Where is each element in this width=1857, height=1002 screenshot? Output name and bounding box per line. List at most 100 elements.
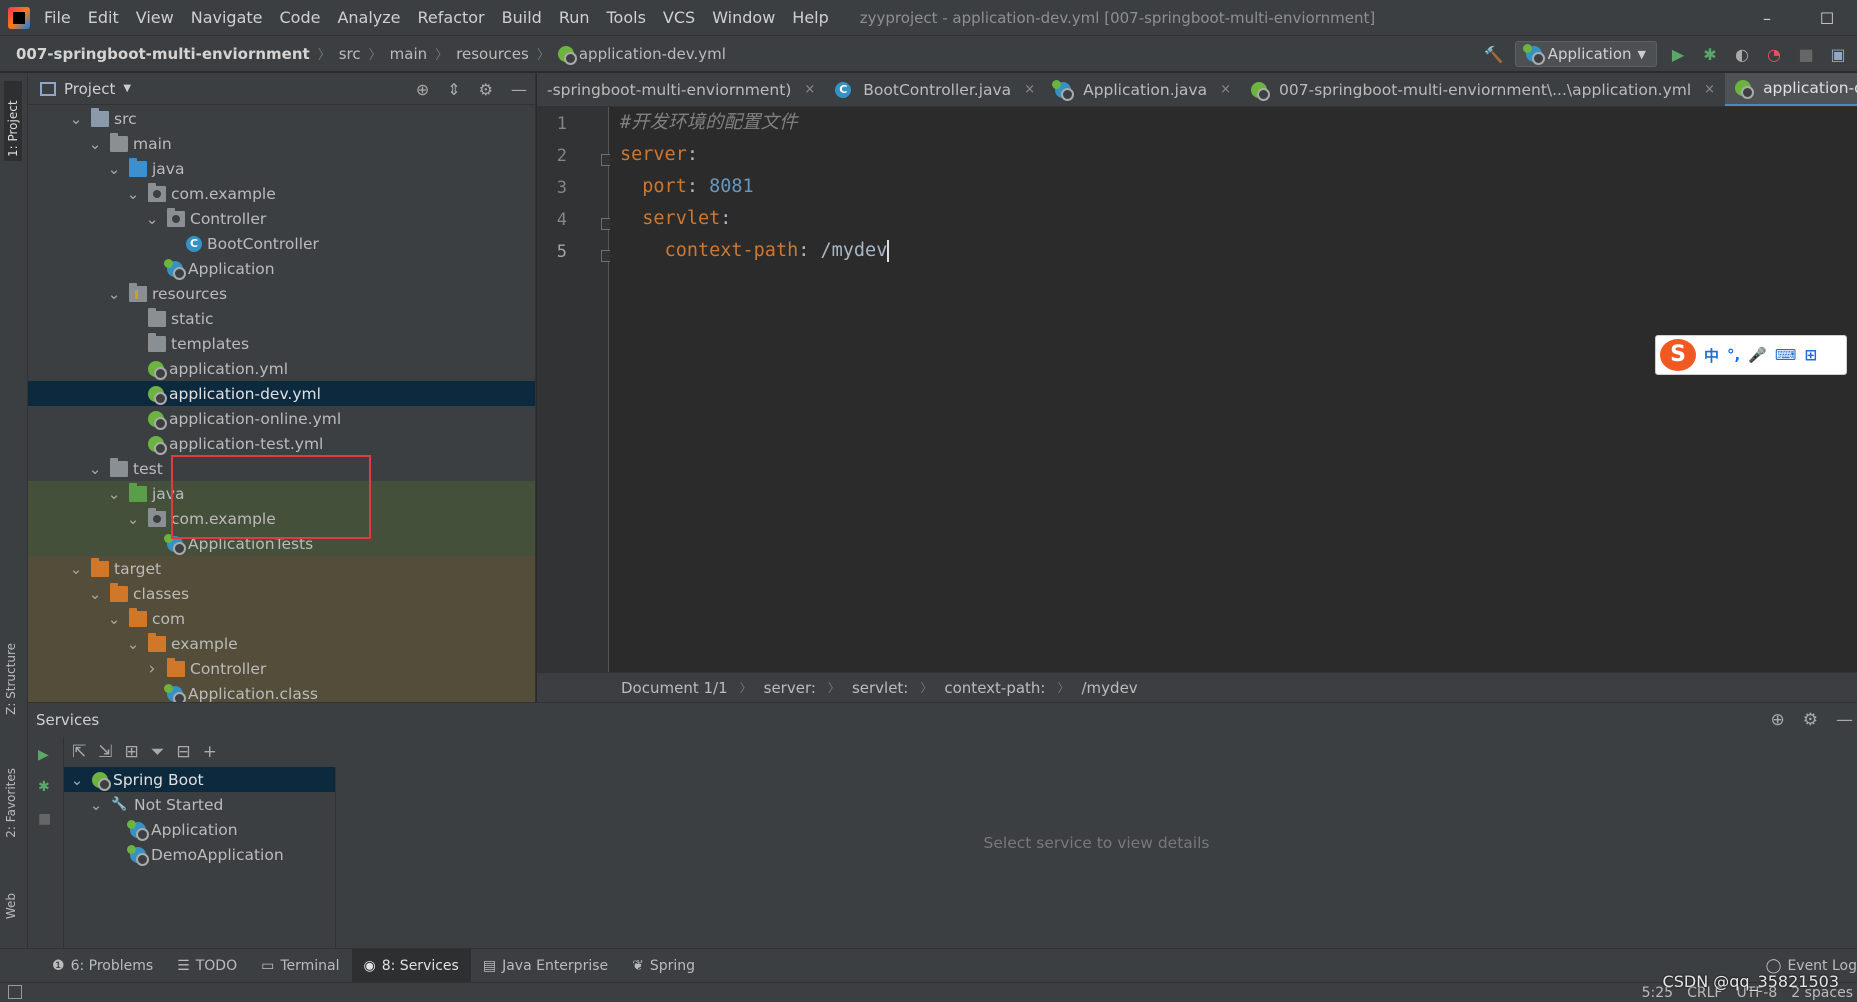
chevron-down-icon[interactable]: ⌄ (126, 510, 140, 528)
ime-chinese-mode[interactable]: 中 (1704, 345, 1719, 366)
chevron-down-icon[interactable]: ⌄ (70, 771, 84, 789)
stop-icon[interactable]: ■ (1795, 43, 1817, 65)
tree-item[interactable]: › Controller (28, 656, 535, 681)
editor-tab[interactable]: 007-springboot-multi-enviornment\...\app… (1241, 73, 1725, 106)
chevron-down-icon[interactable]: ⌄ (107, 610, 121, 628)
tree-item[interactable]: application-dev.yml (28, 381, 535, 406)
tree-item[interactable]: templates (28, 331, 535, 356)
chevron-right-icon[interactable]: › (145, 659, 159, 679)
tree-item[interactable]: ⌄ target (28, 556, 535, 581)
breadcrumb-item[interactable]: main (390, 45, 427, 63)
run-configuration-select[interactable]: Application ▼ (1514, 41, 1657, 67)
menu-item-edit[interactable]: Edit (88, 8, 119, 27)
tree-item[interactable]: application-test.yml (28, 431, 535, 456)
ime-menu-icon[interactable]: ⊞ (1805, 346, 1818, 364)
tree-item[interactable]: ⌄ resources (28, 281, 535, 306)
tree-item[interactable]: application.yml (28, 356, 535, 381)
microphone-icon[interactable]: 🎤 (1748, 346, 1767, 364)
chevron-down-icon[interactable]: ⌄ (69, 560, 83, 578)
tree-item[interactable]: application-online.yml (28, 406, 535, 431)
group-by-icon[interactable]: ⊞ (125, 742, 139, 762)
menu-item-window[interactable]: Window (712, 8, 775, 27)
chevron-down-icon[interactable]: ⌄ (69, 110, 83, 128)
bottom-tab[interactable]: ☰ TODO (165, 949, 249, 983)
tree-item[interactable]: ⌄ test (28, 456, 535, 481)
chevron-down-icon[interactable]: ⌄ (126, 635, 140, 653)
chevron-down-icon[interactable]: ⌄ (88, 585, 102, 603)
ime-punctuation-icon[interactable]: °, (1727, 346, 1740, 364)
bottom-tab[interactable]: ❶ 6: Problems (40, 949, 165, 983)
tab-web[interactable]: Web (4, 893, 18, 919)
editor-breadcrumb-item[interactable]: /mydev (1082, 679, 1138, 697)
editor-breadcrumb-item[interactable]: servlet: (852, 679, 908, 697)
chevron-down-icon[interactable]: ⌄ (88, 460, 102, 478)
menu-item-build[interactable]: Build (502, 8, 542, 27)
run-icon[interactable]: ▶ (38, 747, 56, 765)
expand-all-icon[interactable]: ⇱ (72, 742, 86, 762)
chevron-down-icon[interactable]: ⌄ (145, 210, 159, 228)
debug-icon[interactable]: ✱ (1699, 43, 1721, 65)
menu-item-analyze[interactable]: Analyze (337, 8, 400, 27)
bottom-tab[interactable]: ▤ Java Enterprise (471, 949, 620, 983)
tree-item[interactable]: ⌄ com.example (28, 506, 535, 531)
editor-breadcrumb-item[interactable]: context-path: (944, 679, 1045, 697)
build-hammer-icon[interactable]: 🔨 (1483, 43, 1505, 65)
tree-item[interactable]: ⌄ java (28, 481, 535, 506)
close-icon[interactable]: × (1704, 82, 1715, 97)
menu-item-view[interactable]: View (136, 8, 174, 27)
menu-item-file[interactable]: File (44, 8, 71, 27)
menu-item-tools[interactable]: Tools (607, 8, 646, 27)
close-icon[interactable]: × (1220, 82, 1231, 97)
breadcrumb-item[interactable]: src (339, 45, 361, 63)
locate-icon[interactable]: ⊕ (1771, 710, 1785, 730)
tree-item[interactable]: ⌄ example (28, 631, 535, 656)
chevron-down-icon[interactable]: ⌄ (89, 796, 103, 814)
editor-tab[interactable]: -springboot-multi-enviornment) × (537, 73, 825, 106)
tree-item[interactable]: ⌄ main (28, 131, 535, 156)
tree-item[interactable]: ⌄ src (28, 106, 535, 131)
stop-icon[interactable]: ■ (38, 811, 56, 829)
coverage-icon[interactable]: ◐ (1731, 43, 1753, 65)
new-tab-icon[interactable]: ⊟ (176, 742, 190, 762)
maximize-button[interactable]: ☐ (1797, 9, 1857, 28)
menu-item-run[interactable]: Run (559, 8, 590, 27)
chevron-down-icon[interactable]: ⌄ (126, 185, 140, 203)
code-editor[interactable]: #开发环境的配置文件 server: port: 8081 servlet: c… (610, 107, 1857, 672)
hide-icon[interactable]: — (1836, 710, 1853, 730)
debug-icon[interactable]: ✱ (38, 779, 56, 797)
chevron-down-icon[interactable]: ⌄ (88, 135, 102, 153)
minimize-button[interactable]: – (1737, 9, 1797, 28)
breadcrumb-item[interactable]: application-dev.yml (557, 45, 726, 65)
tab-structure[interactable]: Z: Structure (4, 643, 18, 715)
editor-breadcrumb-item[interactable]: server: (764, 679, 816, 697)
breadcrumb-item[interactable]: 007-springboot-multi-enviornment (16, 45, 310, 63)
profile-icon[interactable]: ◔ (1763, 43, 1785, 65)
bottom-tab[interactable]: ▭ Terminal (249, 949, 351, 983)
close-icon[interactable]: × (804, 82, 815, 97)
tree-item[interactable]: ⌄ classes (28, 581, 535, 606)
service-tree-item[interactable]: Application (64, 817, 335, 842)
collapse-all-icon[interactable]: ⇕ (447, 80, 460, 99)
gear-icon[interactable]: ⚙ (1803, 710, 1818, 730)
menu-item-vcs[interactable]: VCS (663, 8, 695, 27)
bottom-tab[interactable]: ◉ 8: Services (351, 948, 471, 983)
tree-item[interactable]: static (28, 306, 535, 331)
editor-tab[interactable]: C BootController.java × (825, 73, 1045, 106)
tree-item[interactable]: Application (28, 256, 535, 281)
service-tree-item[interactable]: ⌄ 🔧 Not Started (64, 792, 335, 817)
collapse-all-icon[interactable]: ⇲ (98, 742, 112, 762)
chevron-down-icon[interactable]: ▼ (123, 83, 131, 94)
locate-icon[interactable]: ⊕ (416, 80, 429, 99)
tree-item[interactable]: ⌄ Controller (28, 206, 535, 231)
chevron-down-icon[interactable]: ⌄ (107, 160, 121, 178)
hide-icon[interactable]: — (511, 80, 527, 99)
editor-tab[interactable]: Application.java × (1045, 73, 1241, 106)
project-structure-icon[interactable]: ▣ (1827, 43, 1849, 65)
tree-item[interactable]: ⌄ java (28, 156, 535, 181)
menu-item-refactor[interactable]: Refactor (418, 8, 485, 27)
tree-item[interactable]: ApplicationTests (28, 531, 535, 556)
tree-item[interactable]: C BootController (28, 231, 535, 256)
close-icon[interactable]: × (1024, 82, 1035, 97)
service-tree-item[interactable]: DemoApplication (64, 842, 335, 867)
sogou-logo-icon[interactable]: S (1660, 339, 1696, 371)
